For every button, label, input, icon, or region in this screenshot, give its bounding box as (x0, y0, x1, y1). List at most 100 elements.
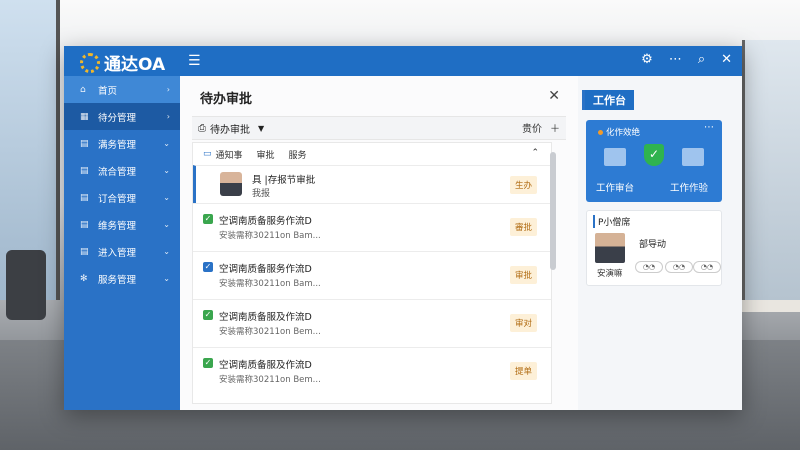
sidebar-item-home[interactable]: ⌂ 首页 › (64, 76, 180, 103)
card-label[interactable]: 工作审台 (596, 180, 634, 194)
shield-check-icon: ✓ (644, 144, 664, 166)
list-header: ▭ 通知事 审批 服务 ⌃ (193, 143, 551, 165)
grid-icon: ▦ (80, 111, 89, 122)
brand[interactable]: 通达OA (80, 50, 165, 75)
sidebar-item-label: 待分管理 (98, 112, 137, 124)
list-item[interactable]: ✓ 空调南质备服务作流D 安装需称30211on Bam... 審批 (193, 203, 551, 251)
workbench-panel: 工作台 化作效绝 ⋯ ✓ 工作审台 工作作验 P小僧席 部导动 安演嘛 ◔◔ ◔… (578, 76, 742, 410)
document-icon: ▤ (80, 165, 89, 176)
chevron-down-icon: ⌄ (163, 193, 170, 202)
sidebar-item-label: 首页 (98, 85, 118, 97)
logo-icon (80, 52, 100, 73)
item-title: 空调南质备服及作流D (219, 312, 312, 323)
item-subtitle: 安装需称30211on Bam... (219, 279, 321, 289)
chevron-down-icon: ⌄ (163, 139, 170, 148)
menu-icon[interactable]: ☰ (188, 53, 201, 69)
card-label[interactable]: 工作作验 (670, 180, 708, 194)
more-icon[interactable]: ⋯ (704, 122, 714, 133)
chevron-down-icon: ⌄ (163, 166, 170, 175)
check-icon[interactable]: ✓ (203, 262, 213, 272)
list-scrollbar[interactable] (550, 152, 556, 270)
title-bar: 通达OA ☰ ⚙ ⋯ ⌕ ✕ (64, 46, 742, 76)
sidebar-item-6[interactable]: ▤ 维务管理 ⌄ (64, 211, 180, 238)
chevron-down-icon: ⌄ (163, 220, 170, 229)
list-icon: ▤ (80, 246, 89, 257)
oa-window: 通达OA ☰ ⚙ ⋯ ⌕ ✕ ⌂ 首页 › ▦ 待分管理 › ▤ 满务管理 ⌄ … (64, 46, 742, 410)
list-item[interactable]: ✓ 空调南质备服及作流D 安装需称30211on Bem... 提单 (193, 347, 551, 395)
list-icon: ▤ (80, 138, 89, 149)
item-subtitle: 安装需称30211on Bem... (219, 327, 321, 337)
list-item[interactable]: 具 |存报节审批 我报 生办 (193, 165, 551, 203)
sidebar-item-7[interactable]: ▤ 进入管理 ⌄ (64, 238, 180, 265)
check-icon[interactable]: ✓ (203, 310, 213, 320)
list-header-col[interactable]: 审批 (257, 148, 275, 161)
action-pill[interactable]: ◔◔ (693, 261, 721, 273)
todo-panel: 待办审批 ✕ ⎙ 待办审批 ▼ 贵价 ＋ ▭ 通知事 审批 服务 ⌃ 具 |存报… (180, 76, 578, 410)
card-header: 化作效绝 (598, 126, 640, 138)
action-pill[interactable]: ◔◔ (665, 261, 693, 273)
chevron-down-icon: ⌄ (163, 274, 170, 283)
item-title: 空调南质备服及作流D (219, 360, 312, 371)
search-icon[interactable]: ⌕ (698, 52, 705, 67)
folder-icon: ▭ (203, 149, 212, 159)
list-icon: ▤ (80, 219, 89, 230)
sidebar-item-label: 订合管理 (98, 193, 137, 205)
sidebar-item-5[interactable]: ▤ 订合管理 ⌄ (64, 184, 180, 211)
chat-icon (682, 148, 704, 166)
sidebar-item-3[interactable]: ▤ 满务管理 ⌄ (64, 130, 180, 157)
sidebar-item-4[interactable]: ▤ 流合管理 ⌄ (64, 157, 180, 184)
list-header-col[interactable]: 服务 (289, 148, 307, 161)
toolbar-right: 贵价 ＋ (522, 120, 560, 135)
sidebar: ⌂ 首页 › ▦ 待分管理 › ▤ 满务管理 ⌄ ▤ 流合管理 ⌄ ▤ 订合管理… (64, 76, 180, 410)
toolbar-text[interactable]: 贵价 (522, 120, 542, 135)
sidebar-item-label: 进入管理 (98, 247, 137, 259)
card-header: P小僧席 (593, 215, 630, 228)
chevron-down-icon: ⌄ (163, 247, 170, 256)
filter-dropdown[interactable]: ⎙ 待办审批 ▼ (198, 121, 264, 136)
sidebar-item-label: 服务管理 (98, 274, 137, 286)
workbench-title: 工作台 (582, 90, 634, 110)
close-icon[interactable]: ✕ (548, 88, 560, 104)
item-title: 空调南质备服务作流D (219, 216, 312, 227)
sidebar-item-8[interactable]: ✻ 服务管理 ⌄ (64, 265, 180, 292)
gear-icon[interactable]: ⚙ (641, 52, 653, 67)
check-icon[interactable]: ✓ (203, 214, 213, 224)
item-subtitle: 我报 (252, 189, 271, 199)
status-badge: 審批 (509, 218, 537, 236)
list-header-col[interactable]: 通知事 (216, 148, 243, 161)
more-icon[interactable]: ⋯ (669, 52, 682, 67)
office-chair (6, 250, 46, 320)
chevron-down-icon: ▼ (258, 124, 265, 133)
status-badge: 审对 (509, 314, 537, 332)
item-subtitle: 安装需称30211on Bam... (219, 231, 321, 241)
profile-sub: 安演嘛 (597, 269, 623, 279)
status-badge: 提单 (509, 362, 537, 380)
list-icon: ▤ (80, 192, 89, 203)
chevron-icon: › (166, 112, 170, 121)
gear-icon: ✻ (80, 273, 88, 284)
work-efficiency-card[interactable]: 化作效绝 ⋯ ✓ 工作审台 工作作验 (586, 120, 722, 202)
item-subtitle: 安装需称30211on Bem... (219, 375, 321, 385)
item-title: 具 |存报节审批 (252, 175, 316, 186)
action-pill[interactable]: ◔◔ (635, 261, 663, 273)
chevron-up-icon[interactable]: ⌃ (531, 148, 539, 158)
sidebar-item-label: 维务管理 (98, 220, 137, 232)
item-title: 空调南质备服务作流D (219, 264, 312, 275)
chevron-icon: › (166, 85, 170, 94)
sidebar-item-todo[interactable]: ▦ 待分管理 › (64, 103, 180, 130)
list-item[interactable]: ✓ 空调南质备服务作流D 安装需称30211on Bam... 审批 (193, 251, 551, 299)
todo-list: ▭ 通知事 审批 服务 ⌃ 具 |存报节审批 我报 生办 ✓ 空调南质备服务作流… (192, 142, 552, 404)
profile-card[interactable]: P小僧席 部导动 安演嘛 ◔◔ ◔◔ ◔◔ (586, 210, 722, 286)
printer-icon: ⎙ (198, 123, 206, 134)
profile-name: 部导动 (639, 240, 667, 250)
brand-name: 通达OA (104, 55, 166, 75)
filter-label: 待办审批 (210, 125, 250, 136)
list-item[interactable]: ✓ 空调南质备服及作流D 安装需称30211on Bem... 审对 (193, 299, 551, 347)
add-icon[interactable]: ＋ (550, 120, 560, 135)
window-right (742, 40, 800, 300)
close-icon[interactable]: ✕ (721, 52, 732, 67)
status-badge: 审批 (509, 266, 537, 284)
status-badge: 生办 (509, 176, 537, 194)
check-icon[interactable]: ✓ (203, 358, 213, 368)
title-actions: ⚙ ⋯ ⌕ ✕ (641, 52, 732, 67)
